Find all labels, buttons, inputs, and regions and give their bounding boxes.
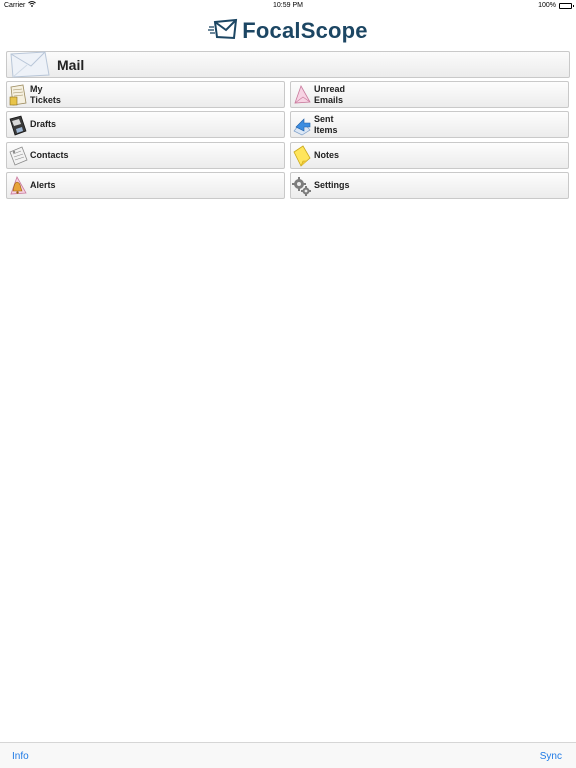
sent-arrow-icon	[292, 113, 312, 137]
contacts-label: Contacts	[30, 150, 69, 160]
my-tickets-button[interactable]: My Tickets	[6, 81, 285, 108]
unread-emails-button[interactable]: Unread Emails	[290, 81, 569, 108]
logo-text: FocalScope	[242, 18, 368, 43]
notes-label: Notes	[314, 150, 340, 160]
contacts-card-icon	[8, 144, 28, 168]
sync-button[interactable]: Sync	[540, 751, 562, 762]
alerts-button[interactable]: Alerts	[6, 172, 285, 199]
alert-bell-icon	[8, 174, 28, 198]
unread-emails-label: Unread Emails	[314, 83, 346, 105]
sticky-note-icon	[292, 144, 312, 168]
tickets-icon	[8, 83, 28, 107]
alerts-label: Alerts	[30, 180, 56, 190]
app-screen: Carrier 10:59 PM 100% FocalScope Mail My…	[0, 0, 576, 768]
contacts-button[interactable]: Contacts	[6, 142, 285, 169]
sent-items-label: Sent Items	[314, 113, 338, 135]
mail-section-header: Mail	[6, 51, 570, 78]
gear-icon	[292, 174, 312, 198]
mail-title: Mail	[57, 56, 85, 73]
drafts-button[interactable]: Drafts	[6, 111, 285, 138]
info-button[interactable]: Info	[12, 751, 29, 762]
battery-group: 100%	[538, 0, 574, 12]
drafts-label: Drafts	[30, 119, 57, 129]
mail-envelope-icon	[7, 51, 51, 78]
status-time: 10:59 PM	[273, 2, 303, 9]
settings-button[interactable]: Settings	[290, 172, 569, 199]
focalscope-logo: FocalScope	[0, 17, 576, 45]
floppy-disk-icon	[8, 113, 28, 137]
sent-items-button[interactable]: Sent Items	[290, 111, 569, 138]
status-bar: Carrier 10:59 PM 100%	[0, 0, 576, 12]
my-tickets-label: My Tickets	[30, 83, 61, 105]
notes-button[interactable]: Notes	[290, 142, 569, 169]
unread-envelope-icon	[292, 83, 312, 107]
envelope-logo-icon	[208, 18, 238, 45]
settings-label: Settings	[314, 180, 350, 190]
bottom-toolbar: Info Sync	[0, 742, 576, 768]
battery-icon	[559, 3, 574, 9]
battery-percent: 100%	[538, 2, 556, 9]
